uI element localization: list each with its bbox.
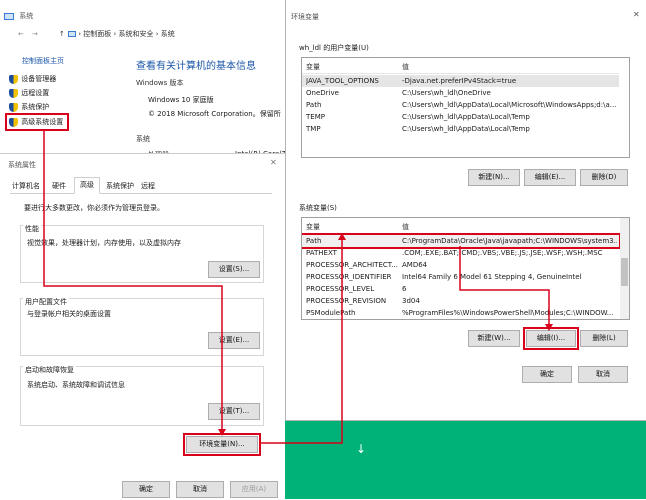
- arrow-path-to-edit: [459, 246, 550, 328]
- arrowhead: [218, 429, 226, 436]
- arrowhead: [338, 233, 346, 240]
- arrow-env-button-to-path: [260, 236, 343, 444]
- guide-arrows: [43, 131, 553, 444]
- arrow-advanced-to-env-button: [43, 131, 223, 433]
- arrowhead: [545, 324, 553, 331]
